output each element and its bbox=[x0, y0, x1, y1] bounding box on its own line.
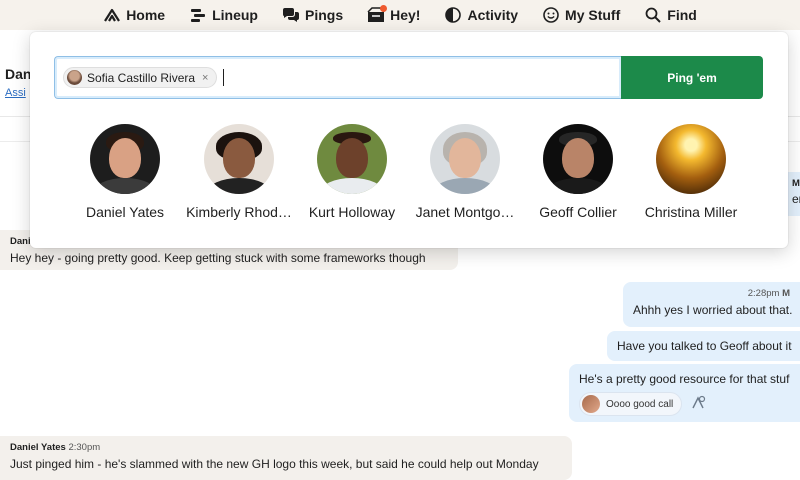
nav-pings-label: Pings bbox=[304, 7, 344, 23]
person-janet[interactable]: Janet Montgo… bbox=[405, 124, 525, 220]
nav-lineup-label: Lineup bbox=[212, 7, 258, 23]
message-right: He's a pretty good resource for that stu… bbox=[569, 364, 800, 422]
message-meta: 2:28pm M bbox=[633, 288, 790, 299]
message-author: Daniel Yates bbox=[10, 442, 66, 453]
nav-hey[interactable]: Hey! bbox=[367, 5, 421, 24]
avatar bbox=[582, 395, 600, 413]
message-text: Ahhh yes I worried about that. bbox=[633, 303, 793, 317]
message-meta: Daniel Yates 2:30pm bbox=[10, 442, 562, 453]
avatar bbox=[67, 70, 82, 85]
avatar bbox=[204, 124, 274, 194]
person-name: Christina Miller bbox=[644, 204, 738, 220]
hey-icon bbox=[367, 5, 388, 24]
recipient-name: Sofia Castillo Rivera bbox=[87, 70, 196, 85]
message-text: Hey hey - going pretty good. Keep gettin… bbox=[10, 251, 426, 265]
nav-pings[interactable]: Pings bbox=[282, 6, 343, 24]
home-icon bbox=[103, 6, 121, 24]
nav-hey-label: Hey! bbox=[390, 7, 421, 23]
top-navigation: Home Lineup Pings Hey! Activity My Stuff bbox=[0, 0, 800, 30]
message-text: Just pinged him - he's slammed with the … bbox=[10, 457, 539, 471]
person-name: Kimberly Rhod… bbox=[186, 204, 292, 220]
recipient-row: Sofia Castillo Rivera × Ping 'em bbox=[54, 56, 763, 99]
nav-find[interactable]: Find bbox=[644, 6, 697, 24]
nav-activity-label: Activity bbox=[467, 7, 519, 23]
activity-icon bbox=[444, 6, 462, 24]
nav-find-label: Find bbox=[667, 7, 697, 23]
person-name: Kurt Holloway bbox=[308, 204, 396, 220]
boost-chip[interactable]: Oooo good call bbox=[579, 392, 683, 416]
message-time: 2:30pm bbox=[68, 442, 101, 453]
boost-row: Oooo good call bbox=[579, 392, 790, 416]
notification-dot bbox=[380, 5, 388, 12]
ping-popover: Sofia Castillo Rivera × Ping 'em Daniel … bbox=[30, 32, 788, 248]
message-right: 2:28pm M Ahhh yes I worried about that. bbox=[623, 282, 800, 327]
ping-em-button[interactable]: Ping 'em bbox=[621, 56, 763, 99]
add-boost-icon[interactable] bbox=[690, 395, 706, 414]
person-christina-miller[interactable]: Christina Miller bbox=[631, 124, 751, 220]
partial-text: en bbox=[792, 192, 800, 206]
avatar bbox=[656, 124, 726, 194]
text-caret bbox=[223, 69, 225, 86]
smiley-icon bbox=[542, 6, 560, 24]
message-author: M bbox=[782, 288, 790, 299]
nav-my-stuff-label: My Stuff bbox=[565, 7, 621, 23]
remove-token-icon[interactable]: × bbox=[202, 72, 208, 84]
partial-author: M bbox=[792, 178, 800, 189]
message-right: Have you talked to Geoff about it bbox=[607, 331, 800, 361]
avatar bbox=[90, 124, 160, 194]
suggested-people: Daniel Yates Kimberly Rhod… Kurt Hollowa… bbox=[30, 124, 788, 234]
person-name: Geoff Collier bbox=[539, 204, 617, 220]
person-name: Daniel Yates bbox=[85, 204, 165, 220]
person-daniel-yates[interactable]: Daniel Yates bbox=[65, 124, 185, 220]
recipient-input[interactable]: Sofia Castillo Rivera × bbox=[54, 56, 621, 99]
person-kurt-holloway[interactable]: Kurt Holloway bbox=[292, 124, 412, 220]
boost-text: Oooo good call bbox=[606, 398, 674, 410]
avatar bbox=[430, 124, 500, 194]
nav-lineup[interactable]: Lineup bbox=[189, 6, 258, 24]
nav-my-stuff[interactable]: My Stuff bbox=[542, 6, 620, 24]
nav-home[interactable]: Home bbox=[103, 6, 165, 24]
pings-icon bbox=[282, 6, 300, 24]
page-title: Dan bbox=[5, 66, 32, 82]
avatar bbox=[317, 124, 387, 194]
lineup-icon bbox=[189, 6, 207, 24]
nav-home-label: Home bbox=[126, 7, 166, 23]
message-left: Daniel Yates 2:30pm Just pinged him - he… bbox=[0, 436, 572, 480]
message-time: 2:28pm bbox=[747, 288, 780, 299]
assign-link[interactable]: Assi bbox=[5, 87, 26, 99]
nav-activity[interactable]: Activity bbox=[444, 6, 518, 24]
message-text: Have you talked to Geoff about it bbox=[617, 339, 792, 353]
search-icon bbox=[644, 6, 662, 24]
person-geoff-collier[interactable]: Geoff Collier bbox=[518, 124, 638, 220]
person-name: Janet Montgo… bbox=[415, 204, 515, 220]
avatar bbox=[543, 124, 613, 194]
message-text: He's a pretty good resource for that stu… bbox=[579, 372, 790, 386]
person-kimberly[interactable]: Kimberly Rhod… bbox=[179, 124, 299, 220]
recipient-token[interactable]: Sofia Castillo Rivera × bbox=[63, 67, 218, 88]
